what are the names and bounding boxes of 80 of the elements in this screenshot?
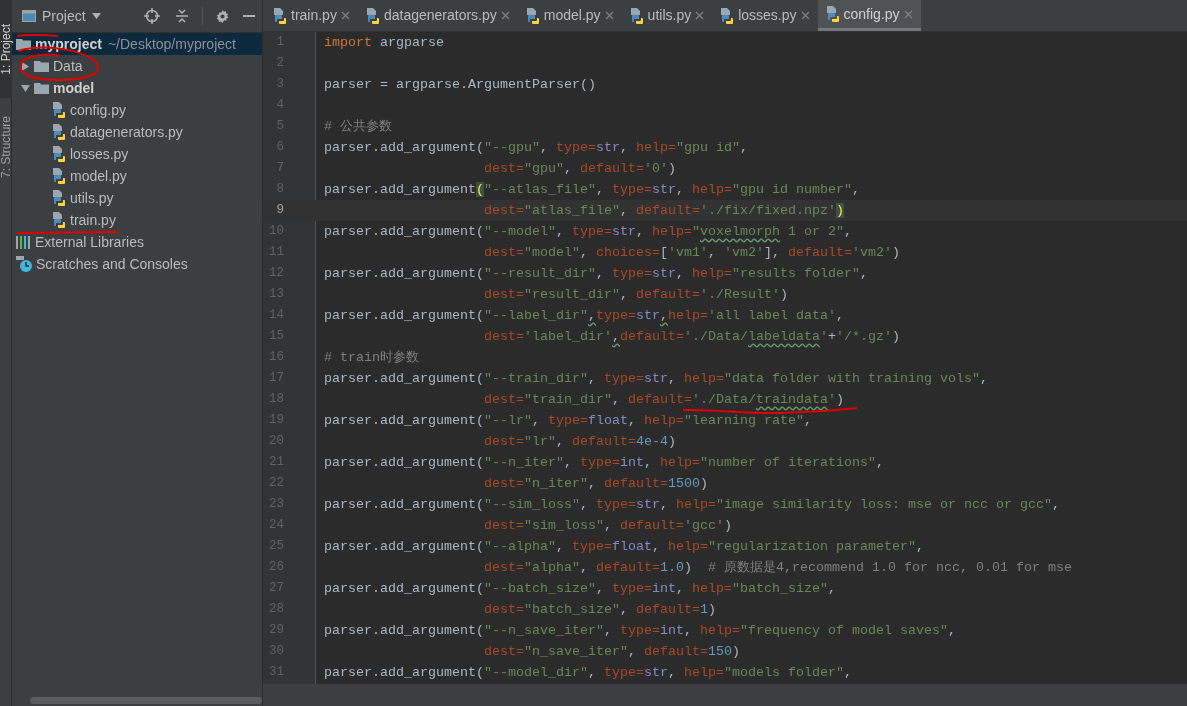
tree-item[interactable]: config.py xyxy=(12,99,262,121)
code-line: parser.add_argument("--atlas_file", type=str, help="gpu id number", xyxy=(323,180,860,199)
tree-item[interactable]: losses.py xyxy=(12,143,262,165)
python-file-icon xyxy=(273,7,287,24)
python-file-icon xyxy=(52,146,66,162)
editor-tab[interactable]: config.py xyxy=(817,0,921,31)
locate-icon[interactable] xyxy=(144,8,160,24)
expand-arrow-icon[interactable] xyxy=(21,61,29,71)
collapse-all-icon[interactable] xyxy=(174,8,190,24)
code-line: parser.add_argument("--batch_size", type=int, help="batch_size", xyxy=(323,579,836,598)
tree-item[interactable]: model.py xyxy=(12,165,262,187)
tree-item[interactable]: train.py xyxy=(12,209,262,231)
libraries-icon xyxy=(16,235,31,249)
python-file-icon xyxy=(525,7,540,24)
python-file-icon xyxy=(52,212,66,228)
tree-item[interactable]: Data xyxy=(12,55,262,77)
folder-icon xyxy=(16,38,31,50)
python-file-icon xyxy=(52,124,66,140)
code-line: parser.add_argument("--model", type=str, help="voxelmorph 1 or 2", xyxy=(323,222,852,241)
code-line: parser.add_argument("--alpha", type=float, help="regularization parameter", xyxy=(323,537,924,556)
tree-item[interactable]: myproject ~/Desktop/myproject xyxy=(12,33,262,55)
python-file-icon xyxy=(629,7,644,24)
code-line: parser.add_argument("--n_save_iter", type=int, help="frequency of model saves", xyxy=(323,621,956,640)
code-line: dest="train_dir", default='./Data/traindata') xyxy=(483,390,844,409)
line-number: 9 xyxy=(275,202,285,220)
close-icon[interactable] xyxy=(604,11,614,20)
code-line: parser.add_argument("--lr", type=float, help="learning rate", xyxy=(323,411,812,430)
code-line: parser.add_argument("--sim_loss", type=str, help="image similarity loss: mse or ncc or gcc", xyxy=(323,495,1060,514)
tree-item[interactable]: utils.py xyxy=(12,187,262,209)
expand-arrow-icon[interactable] xyxy=(20,84,30,92)
folder-icon xyxy=(34,60,49,72)
tree-item[interactable]: Scratches and Consoles xyxy=(12,253,262,275)
code-line: dest="gpu", default='0') xyxy=(483,159,676,178)
close-icon[interactable] xyxy=(500,11,510,20)
tree-item[interactable]: model xyxy=(12,77,262,99)
scratches-icon xyxy=(16,256,32,272)
close-icon[interactable] xyxy=(903,9,913,19)
python-file-icon xyxy=(825,6,840,22)
caret-icon xyxy=(91,13,101,19)
code-line: dest="model", choices=['vm1', 'vm2'], default='vm2') xyxy=(483,243,900,262)
underline-mark xyxy=(16,33,59,37)
code-line: parser.add_argument("--gpu", type=str, help="gpu id", xyxy=(323,138,748,157)
code-line: parser.add_argument("--label_dir",type=str,help='all label data', xyxy=(323,306,844,325)
code-line: dest='label_dir',default='./Data/labeldata'+'/*.gz') xyxy=(483,327,900,346)
code-line: dest="batch_size", default=1) xyxy=(483,600,716,619)
close-icon[interactable] xyxy=(695,11,705,20)
code-line: parser.add_argument("--n_iter", type=int, help="number of iterations", xyxy=(323,453,884,472)
code-line: # train时参数 xyxy=(323,348,419,367)
code-line: import argparse xyxy=(323,33,444,52)
code-line: # 公共参数 xyxy=(323,117,392,136)
folder-icon xyxy=(34,82,49,94)
python-file-icon xyxy=(52,168,66,184)
code-line: dest="result_dir", default='./Result') xyxy=(483,285,788,304)
scrollbar-thumb[interactable] xyxy=(30,696,262,704)
project-view-dropdown[interactable]: Project xyxy=(42,5,101,27)
settings-icon[interactable] xyxy=(215,8,230,24)
code-line: dest="n_iter", default=1500) xyxy=(483,474,708,493)
code-line: dest="alpha", default=1.0) # 原数据是4,recommend 1.0 for ncc, 0.01 for mse xyxy=(483,558,1072,577)
python-file-icon xyxy=(52,102,66,118)
editor-tab[interactable]: utils.py xyxy=(621,0,713,31)
code-line: dest="atlas_file", default='./fix/fixed.npz') xyxy=(483,201,844,220)
code-line: dest="lr", default=4e-4) xyxy=(483,432,676,451)
tree-item[interactable]: External Libraries xyxy=(12,231,262,253)
code-line: parser.add_argument("--result_dir", type=str, help="results folder", xyxy=(323,264,868,283)
code-line: dest="sim_loss", default='gcc') xyxy=(483,516,732,535)
close-icon[interactable] xyxy=(340,11,350,20)
python-file-icon xyxy=(52,190,66,206)
close-icon[interactable] xyxy=(800,11,810,20)
python-file-icon xyxy=(365,7,380,24)
editor-tab[interactable]: train.py xyxy=(265,0,358,31)
editor-tab[interactable]: losses.py xyxy=(712,0,818,31)
panel-icon xyxy=(22,10,36,22)
code-line: parser.add_argument("--model_dir", type=str, help="models folder", xyxy=(323,663,852,682)
editor-tab[interactable]: model.py xyxy=(517,0,622,31)
tree-item[interactable]: datagenerators.py xyxy=(12,121,262,143)
code-line: dest="n_save_iter", default=150) xyxy=(483,642,740,661)
python-file-icon xyxy=(720,7,735,24)
editor-tab[interactable]: datagenerators.py xyxy=(357,0,518,31)
code-line: parser = argparse.ArgumentParser() xyxy=(323,75,596,94)
code-line: parser.add_argument("--train_dir", type=str, help="data folder with training vols", xyxy=(323,369,988,388)
